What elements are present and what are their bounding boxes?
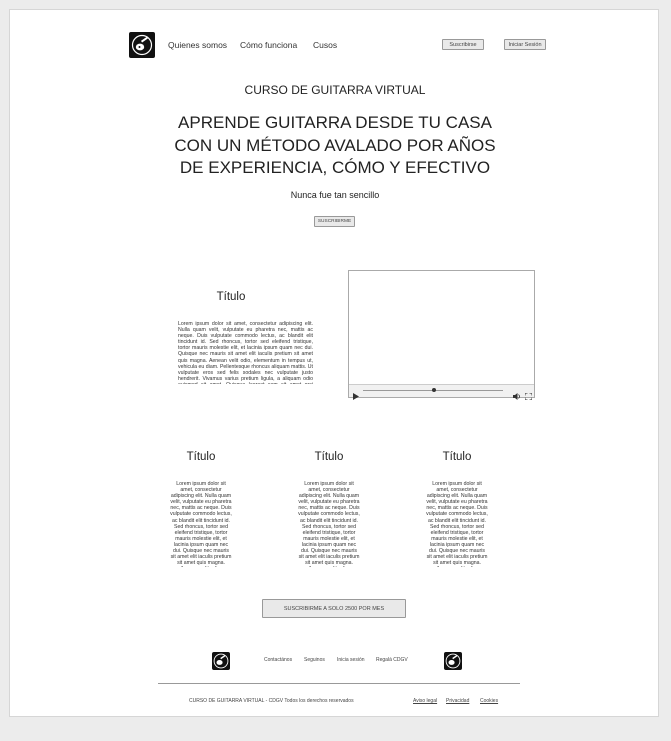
- hero-kicker: CURSO DE GUITARRA VIRTUAL: [244, 83, 426, 97]
- video-controls: [349, 384, 534, 401]
- footer-link-regala[interactable]: Regalá CDGV: [376, 657, 408, 663]
- column-body: Lorem ipsum dolor sit amet, consectetur …: [426, 481, 488, 567]
- column-title: Título: [442, 451, 472, 463]
- volume-icon[interactable]: [513, 387, 521, 405]
- guitar-logo-icon[interactable]: [212, 652, 230, 670]
- hero-headline-line-1: APRENDE GUITARRA DESDE TU CASA: [178, 113, 492, 132]
- column-title: Título: [314, 451, 344, 463]
- footer-link-privacidad[interactable]: Privacidad: [446, 698, 469, 704]
- hero-headline: APRENDE GUITARRA DESDE TU CASA CON UN MÉ…: [10, 112, 660, 180]
- hero-headline-line-2: CON UN MÉTODO AVALADO POR AÑOS: [174, 135, 496, 155]
- fullscreen-icon[interactable]: [524, 387, 533, 405]
- hero-subscribe-button[interactable]: SUSCRIBIRME: [314, 216, 355, 227]
- footer-link-contacto[interactable]: Contactános: [264, 657, 292, 663]
- hero-tagline: Nunca fue tan sencillo: [290, 190, 380, 200]
- column-title: Título: [186, 451, 216, 463]
- footer-link-login[interactable]: Inicia sesión: [337, 657, 365, 663]
- column-body: Lorem ipsum dolor sit amet, consectetur …: [170, 481, 232, 567]
- subscribe-button[interactable]: Suscribirse: [442, 39, 484, 50]
- footer-link-cookies[interactable]: Cookies: [480, 698, 498, 704]
- play-icon[interactable]: [353, 387, 359, 405]
- hero-headline-line-3: DE EXPERIENCIA, CÓMO Y EFECTIVO: [179, 158, 491, 177]
- feature-body: Lorem ipsum dolor sit amet, consectetur …: [178, 321, 313, 384]
- footer-link-aviso-legal[interactable]: Aviso legal: [413, 698, 437, 704]
- page: Quienes somos Cómo funciona Cusos Suscri…: [9, 9, 659, 717]
- guitar-logo-icon[interactable]: [444, 652, 462, 670]
- nav-link-como-funciona[interactable]: Cómo funciona: [240, 40, 297, 50]
- login-button[interactable]: Iniciar Sesión: [504, 39, 546, 50]
- footer-divider: [158, 683, 520, 684]
- video-scrub-handle[interactable]: [432, 388, 436, 392]
- feature-title: Título: [216, 291, 246, 303]
- nav-link-quienes-somos[interactable]: Quienes somos: [168, 40, 227, 50]
- footer-copyright: CURSO DE GUITARRA VIRTUAL - CDGV Todos l…: [189, 698, 354, 704]
- guitar-logo-icon[interactable]: [129, 32, 155, 58]
- footer-link-seguinos[interactable]: Seguinos: [304, 657, 325, 663]
- subscribe-monthly-button[interactable]: SUSCRIBIRME A SOLO 2500 POR MES: [262, 599, 406, 618]
- nav-link-cursos[interactable]: Cusos: [313, 40, 337, 50]
- video-player[interactable]: [348, 270, 535, 401]
- column-body: Lorem ipsum dolor sit amet, consectetur …: [298, 481, 360, 567]
